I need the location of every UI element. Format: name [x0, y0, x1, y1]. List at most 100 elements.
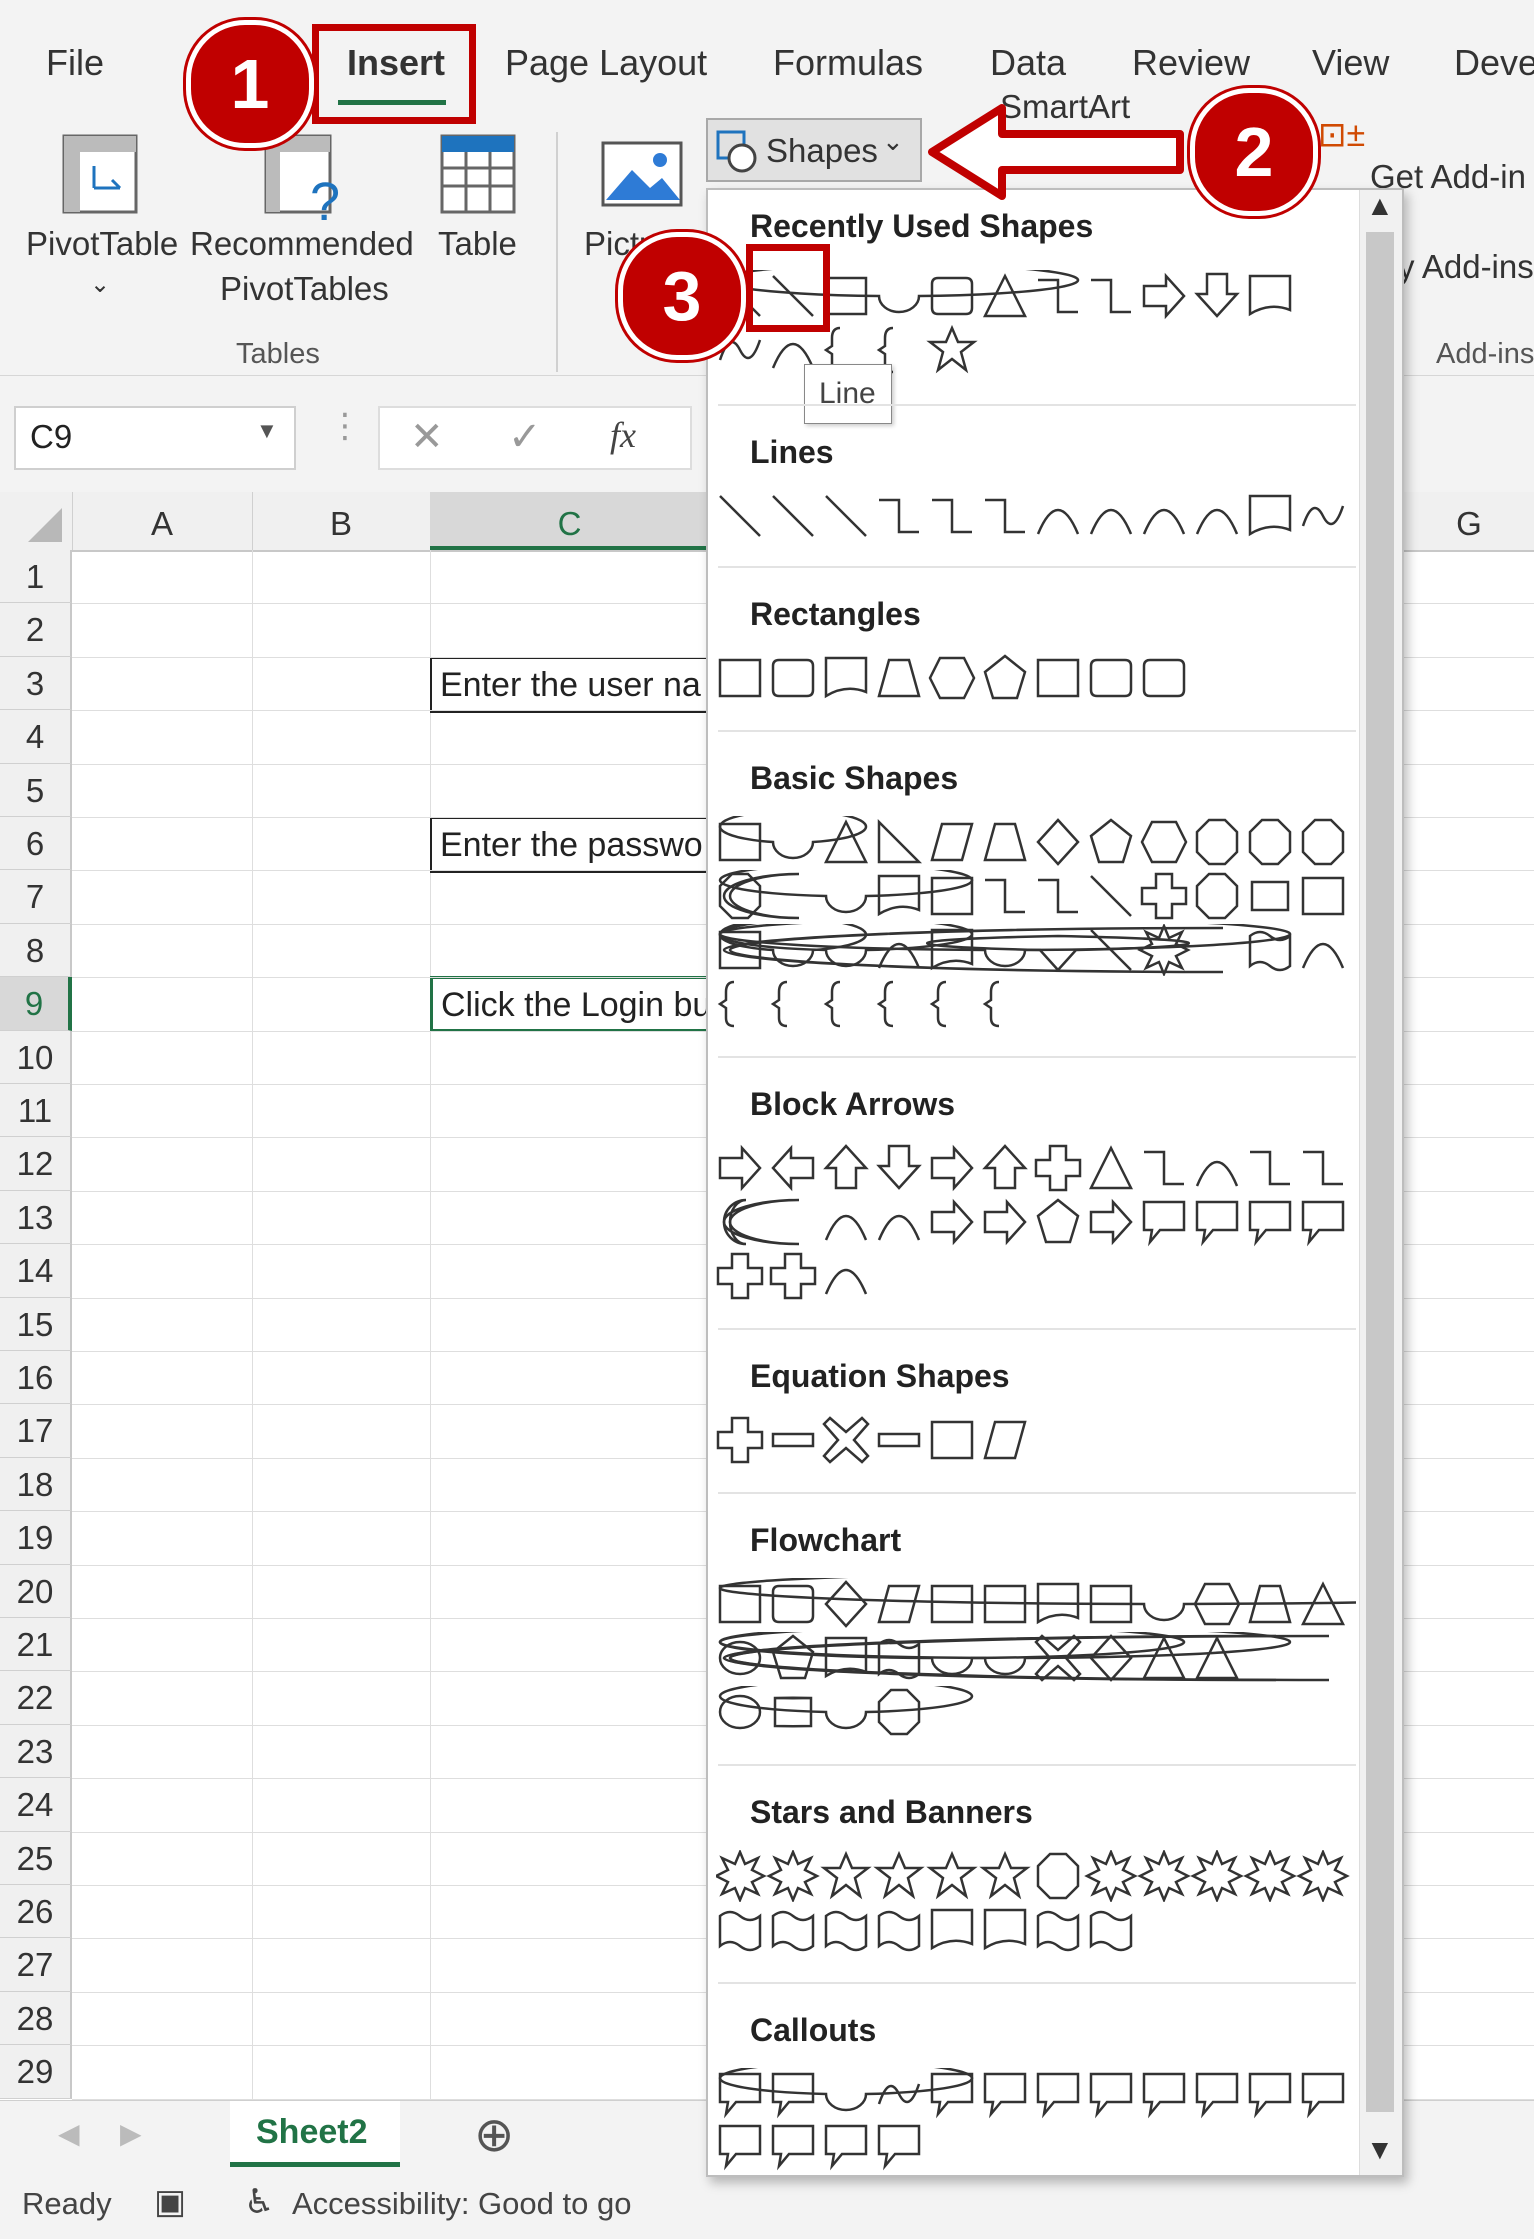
curve-shape-icon[interactable] [1036, 508, 1080, 535]
doc-shape-icon[interactable] [1248, 274, 1292, 317]
tab-formulas[interactable]: Formulas [773, 42, 923, 84]
rrect-shape-icon[interactable] [1142, 658, 1186, 698]
wave-shape-icon[interactable] [1036, 1910, 1080, 1952]
callout-shape-icon[interactable] [930, 2072, 974, 2119]
pent-shape-icon[interactable] [1036, 1198, 1080, 1244]
tri-shape-icon[interactable] [1141, 1635, 1187, 1680]
recommended-pivottables-icon[interactable]: ? [262, 132, 352, 232]
burst-shape-icon[interactable] [1243, 1850, 1297, 1902]
doc-shape-icon[interactable] [930, 1908, 974, 1951]
oval-shape-icon[interactable] [718, 816, 868, 860]
para-shape-icon[interactable] [930, 822, 974, 862]
arrowR-shape-icon[interactable] [930, 1144, 974, 1192]
brace-shape-icon[interactable] [823, 980, 841, 1028]
lines-row[interactable] [716, 490, 1356, 542]
burst-shape-icon[interactable] [1190, 1850, 1244, 1902]
row-header-23[interactable]: 23 [0, 1724, 72, 1779]
rtri-shape-icon[interactable] [877, 818, 923, 864]
insert-function-icon[interactable]: fx [610, 414, 636, 456]
callout-shape-icon[interactable] [718, 2072, 762, 2119]
oct-shape-icon[interactable] [1248, 818, 1292, 866]
callout-shape-icon[interactable] [1195, 1200, 1239, 1247]
elbow-shape-icon[interactable] [1144, 1150, 1184, 1186]
row-header-27[interactable]: 27 [0, 1938, 72, 1992]
add-sheet-icon[interactable]: ⊕ [474, 2107, 514, 2163]
callouts-row[interactable] [716, 2068, 1356, 2120]
cross-shape-icon[interactable] [822, 1416, 870, 1464]
doc-shape-icon[interactable] [824, 656, 868, 699]
callouts-row[interactable] [716, 2120, 1356, 2172]
block-arrows-row[interactable] [716, 1196, 1356, 1248]
rrect-shape-icon[interactable] [1089, 658, 1133, 698]
tab-data[interactable]: Data [990, 42, 1066, 84]
arrowU-shape-icon[interactable] [982, 1144, 1028, 1190]
recommended-pivottables-label-2[interactable]: PivotTables [220, 270, 389, 308]
row-header-18[interactable]: 18 [0, 1457, 72, 1512]
row-header-14[interactable]: 14 [0, 1244, 72, 1298]
scroll-left-icon[interactable]: ◀ [58, 2117, 80, 2150]
burst-shape-icon[interactable] [766, 1850, 820, 1902]
stars-banners-row[interactable] [716, 1904, 1356, 1956]
star-shape-icon[interactable] [926, 324, 978, 374]
cell-c9[interactable]: Click the Login bu [430, 976, 720, 1032]
dia-shape-icon[interactable] [824, 1580, 868, 1628]
burst-shape-icon[interactable] [1084, 1850, 1138, 1902]
arrowR-shape-icon[interactable] [1089, 1198, 1133, 1246]
table-label[interactable]: Table [438, 225, 517, 263]
callout-shape-icon[interactable] [877, 2124, 921, 2171]
scroll-down-icon[interactable]: ▼ [1366, 2134, 1394, 2166]
shapes-button[interactable]: Shapes ⌄ [706, 118, 922, 182]
scribble-shape-icon[interactable] [1301, 505, 1345, 527]
accessibility-icon[interactable]: ♿ [244, 2182, 274, 2222]
callout-shape-icon[interactable] [1142, 1200, 1186, 1247]
rect-shape-icon[interactable] [718, 822, 762, 862]
curve-shape-icon[interactable] [824, 1268, 868, 1295]
basic-shapes-row[interactable] [716, 816, 1356, 868]
callout-shape-icon[interactable] [1142, 2072, 1186, 2119]
chevron-down-icon[interactable]: ⌄ [90, 270, 110, 299]
row-header-15[interactable]: 15 [0, 1297, 72, 1351]
burst-shape-icon[interactable] [1296, 1850, 1350, 1902]
rect-shape-icon[interactable] [1036, 658, 1080, 698]
rect-shape-icon[interactable] [930, 1420, 974, 1460]
minus-shape-icon[interactable] [877, 1432, 921, 1448]
scroll-up-icon[interactable]: ▲ [1366, 190, 1394, 222]
rrect-shape-icon[interactable] [771, 1584, 815, 1624]
callout-shape-icon[interactable] [1036, 2072, 1080, 2119]
row-header-6[interactable]: 6 [0, 817, 72, 871]
pictures-icon[interactable] [600, 140, 684, 210]
select-all-corner[interactable] [0, 492, 73, 550]
shapes-gallery-dropdown[interactable]: ▲ ▼ Recently Used Shapes Line Lines Rect… [706, 188, 1404, 2177]
oct-shape-icon[interactable] [1301, 818, 1345, 866]
pent-shape-icon[interactable] [771, 1634, 815, 1680]
recommended-pivottables-label-1[interactable]: Recommended [190, 225, 414, 263]
plus-shape-icon[interactable] [769, 1252, 817, 1300]
row-header-9[interactable]: 9 [0, 977, 72, 1031]
elbow-shape-icon[interactable] [985, 498, 1025, 534]
pent-shape-icon[interactable] [1089, 818, 1133, 864]
para-shape-icon[interactable] [983, 1420, 1027, 1460]
oct-shape-icon[interactable] [1036, 1852, 1080, 1900]
row-header-7[interactable]: 7 [0, 870, 72, 924]
elbow-shape-icon[interactable] [1091, 278, 1131, 314]
hex-shape-icon[interactable] [928, 656, 976, 700]
arrowD-shape-icon[interactable] [876, 1144, 922, 1190]
plus-shape-icon[interactable] [1034, 1144, 1082, 1192]
wave-shape-icon[interactable] [1089, 1910, 1133, 1952]
line-shape-icon[interactable] [1090, 875, 1132, 917]
tab-file[interactable]: File [46, 42, 104, 84]
row-header-11[interactable]: 11 [0, 1084, 72, 1138]
macro-recorder-icon[interactable]: ▣ [154, 2182, 186, 2222]
row-header-22[interactable]: 22 [0, 1671, 72, 1725]
row-header-26[interactable]: 26 [0, 1885, 72, 1939]
row-header-24[interactable]: 24 [0, 1778, 72, 1832]
burst-shape-icon[interactable] [1137, 1850, 1191, 1902]
arrowL-shape-icon[interactable] [771, 1144, 815, 1192]
column-header-g[interactable]: G [1402, 492, 1534, 550]
brace-shape-icon[interactable] [717, 980, 735, 1028]
callout-shape-icon[interactable] [983, 2072, 1027, 2119]
basic-shapes-row[interactable] [716, 978, 1356, 1030]
line-shape-icon[interactable] [825, 495, 867, 537]
elbow-shape-icon[interactable] [985, 878, 1025, 914]
curve-shape-icon[interactable] [877, 1214, 921, 1241]
